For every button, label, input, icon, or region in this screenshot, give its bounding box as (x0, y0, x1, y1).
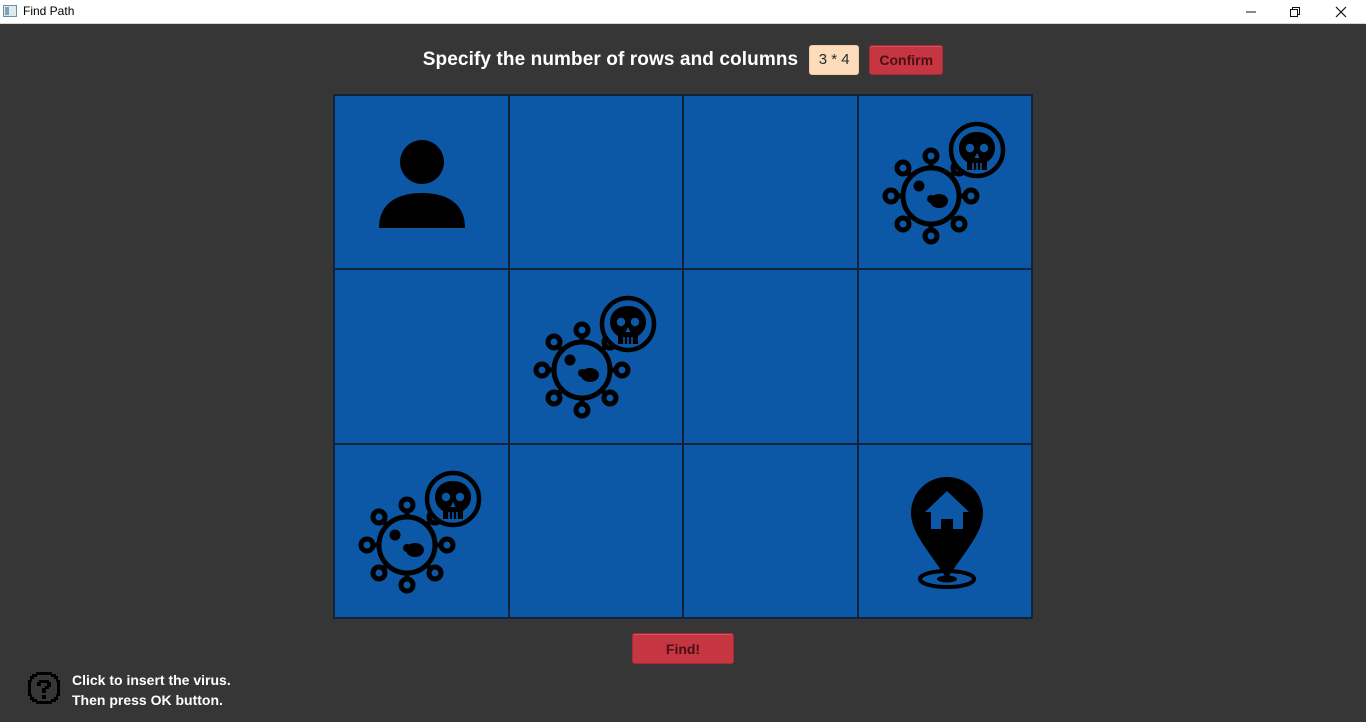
dimensions-prompt: Specify the number of rows and columns (422, 48, 799, 70)
close-button[interactable] (1318, 0, 1364, 23)
grid-cell-r3-c4[interactable] (857, 443, 1032, 618)
grid-cell-r2-c2[interactable] (508, 269, 683, 444)
dimensions-input[interactable] (809, 44, 860, 75)
grid-cell-r1-c3[interactable] (683, 95, 858, 270)
grid-cell-r3-c2[interactable] (508, 443, 683, 618)
question-icon[interactable] (26, 670, 62, 706)
grid-cell-r3-c1[interactable] (334, 443, 509, 618)
path-grid (333, 94, 1033, 619)
close-icon (1335, 6, 1347, 17)
person-icon (379, 140, 465, 228)
grid-cell-r1-c4[interactable] (857, 95, 1032, 270)
instruction-line-2: Then press OK button. (72, 692, 223, 708)
instruction-line-1: Click to insert the virus. (72, 672, 231, 688)
virus-icon (532, 290, 662, 420)
title-bar: Find Path (0, 0, 1366, 24)
restore-icon (1290, 6, 1300, 17)
grid-cell-r1-c1[interactable] (334, 95, 509, 270)
find-button[interactable]: Find! (632, 633, 734, 664)
minimize-icon (1246, 11, 1256, 12)
virus-icon (881, 116, 1011, 246)
grid-cell-r1-c2[interactable] (508, 95, 683, 270)
grid-cell-r2-c3[interactable] (683, 269, 858, 444)
dimensions-bar: Specify the number of rows and columns C… (0, 44, 1366, 75)
instruction-text: Click to insert the virus. Then press OK… (72, 670, 231, 710)
app-icon (3, 5, 17, 17)
grid-cell-r2-c1[interactable] (334, 269, 509, 444)
home-location-icon (910, 476, 983, 589)
virus-icon (357, 465, 487, 595)
grid-cell-r3-c3[interactable] (683, 443, 858, 618)
minimize-button[interactable] (1228, 0, 1274, 23)
grid-cell-r2-c4[interactable] (857, 269, 1032, 444)
window-title: Find Path (23, 4, 75, 18)
confirm-button[interactable]: Confirm (869, 44, 944, 75)
maximize-button[interactable] (1272, 0, 1318, 23)
